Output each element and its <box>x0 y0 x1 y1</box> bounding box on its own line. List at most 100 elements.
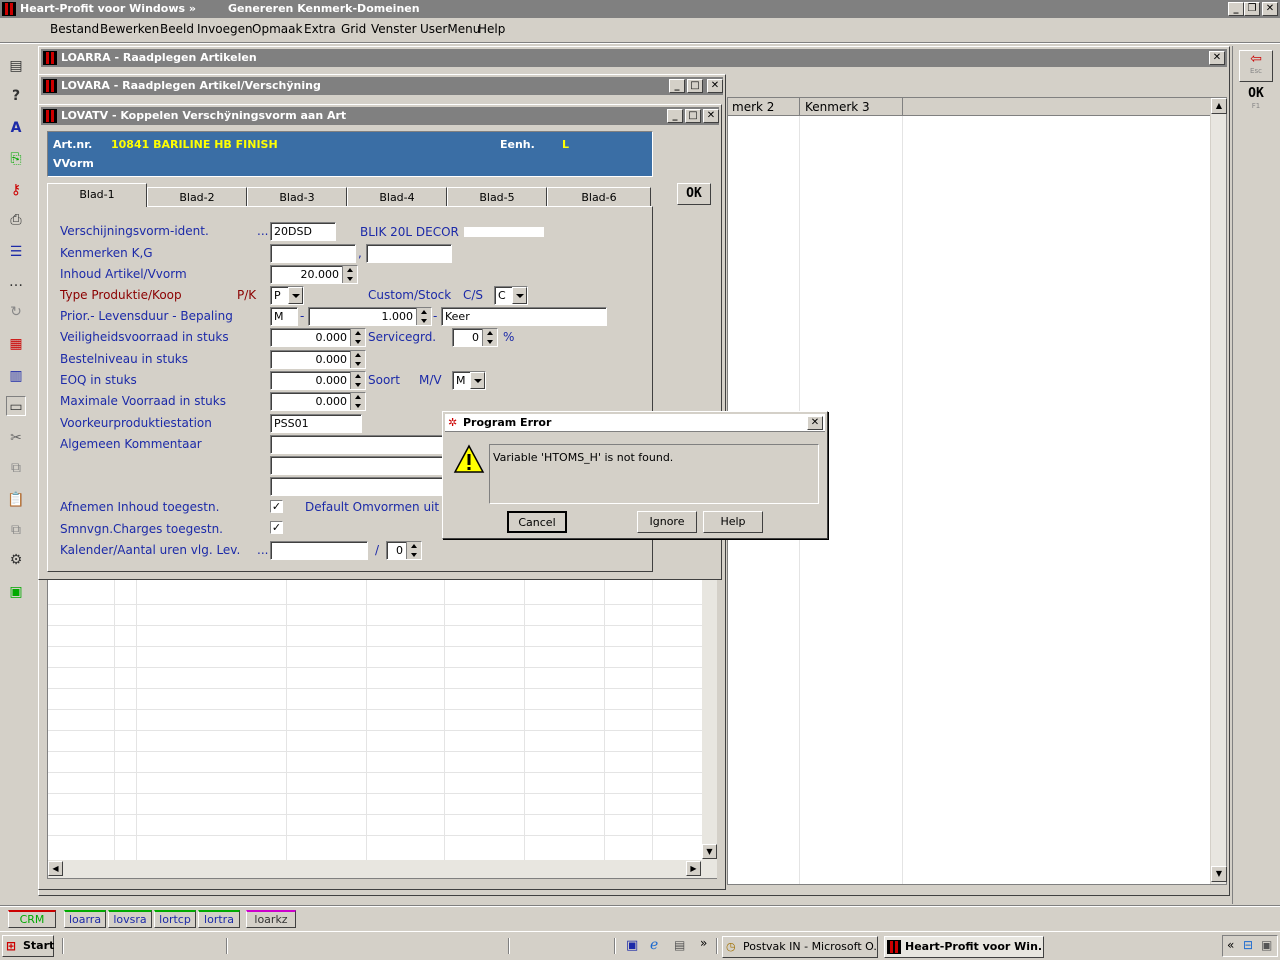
kommentaar-line1[interactable] <box>270 435 446 454</box>
settings-icon[interactable]: ⚙ <box>6 550 26 570</box>
lovara-minimize-icon[interactable]: _ <box>669 79 685 93</box>
loarra-close-icon[interactable]: ✕ <box>1209 51 1225 65</box>
kenmerk-k-input[interactable] <box>270 244 356 263</box>
cs-dropdown-icon[interactable] <box>512 287 527 304</box>
lovatv-close-icon[interactable]: ✕ <box>703 109 719 123</box>
levensduur-input[interactable]: 1.000 <box>308 307 432 326</box>
dialog-close-icon[interactable]: ✕ <box>807 416 823 430</box>
lookup-ellipsis[interactable]: ... <box>257 224 268 238</box>
eoq-input[interactable]: 0.000 <box>270 371 366 390</box>
tab-loarkz[interactable]: loarkz <box>246 910 296 928</box>
bestel-input[interactable]: 0.000 <box>270 350 366 369</box>
close-icon[interactable]: ✕ <box>1262 2 1278 16</box>
tab-blad3[interactable]: Blad-3 <box>247 187 347 207</box>
menu-help[interactable]: Help <box>472 19 511 39</box>
minimize-icon[interactable]: _ <box>1228 2 1244 16</box>
loarra-vscrollbar[interactable]: ▲ ▼ <box>1210 98 1227 884</box>
document-icon[interactable]: ▦ <box>6 334 26 354</box>
kommentaar-line2[interactable] <box>270 456 446 475</box>
help-question-icon[interactable]: ? <box>6 86 26 106</box>
chart-icon[interactable]: ▥ <box>6 366 26 386</box>
image-icon[interactable]: ▣ <box>6 582 26 602</box>
pk-select[interactable]: P <box>270 286 304 305</box>
import-icon[interactable]: ⎘ <box>6 149 26 169</box>
tray-app-icon[interactable]: ▣ <box>1261 938 1272 952</box>
dots-icon[interactable]: … <box>6 272 26 292</box>
col-kenmerk3[interactable]: Kenmerk 3 <box>805 98 870 116</box>
cs-select[interactable]: C <box>494 286 528 305</box>
lovatv-maximize-icon[interactable]: □ <box>685 109 701 123</box>
quicklaunch-chevron[interactable]: » <box>700 936 707 950</box>
scissors-icon[interactable]: ✂ <box>6 428 26 448</box>
desktop-icon[interactable]: ▣ <box>626 938 638 953</box>
inhoud-input[interactable]: 20.000 <box>270 265 358 284</box>
scroll-down-icon[interactable]: ▼ <box>1211 866 1227 882</box>
veiligheid-input[interactable]: 0.000 <box>270 328 366 347</box>
scroll-right-icon[interactable]: ▶ <box>686 861 701 876</box>
mv-select[interactable]: M <box>452 371 486 390</box>
ie-icon[interactable]: ℯ <box>650 937 658 953</box>
tab-blad4[interactable]: Blad-4 <box>347 187 447 207</box>
form-icon[interactable]: ▤ <box>6 56 26 76</box>
tab-loarra[interactable]: loarra <box>64 910 106 928</box>
font-icon[interactable]: A <box>6 118 26 138</box>
kalender-spinner-icon[interactable] <box>406 542 421 559</box>
start-button[interactable]: ⊞ Start <box>2 935 54 957</box>
paste-special-icon[interactable]: ⧉ <box>6 520 26 540</box>
list-icon[interactable]: ☰ <box>6 242 26 262</box>
smnvgn-checkbox[interactable]: ✓ <box>270 521 283 534</box>
cancel-button[interactable]: Cancel <box>507 511 567 533</box>
servicegrd-input[interactable]: 0 <box>452 328 498 347</box>
servicegrd-spinner-icon[interactable] <box>482 329 497 346</box>
max-spinner-icon[interactable] <box>350 393 365 410</box>
tray-chevron[interactable]: « <box>1227 938 1234 952</box>
ok-button[interactable]: OK <box>677 183 711 205</box>
tab-blad1[interactable]: Blad-1 <box>47 183 147 207</box>
tab-crm[interactable]: CRM <box>8 910 56 928</box>
max-input[interactable]: 0.000 <box>270 392 366 411</box>
kalender-ellipsis[interactable]: ... <box>257 543 268 557</box>
scroll-left-icon[interactable]: ◀ <box>48 861 63 876</box>
restore-icon[interactable]: ❐ <box>1244 2 1260 16</box>
quicklaunch-icon[interactable]: ▤ <box>674 938 685 952</box>
pk-dropdown-icon[interactable] <box>288 287 303 304</box>
lovara-scroll-down-icon[interactable]: ▼ <box>702 844 717 859</box>
refresh-icon[interactable]: ↻ <box>6 302 26 322</box>
ok-f1-button[interactable]: OK F1 <box>1239 86 1273 118</box>
tab-lortcp[interactable]: lortcp <box>154 910 196 928</box>
network-icon[interactable]: ⊟ <box>1243 938 1253 952</box>
eoq-spinner-icon[interactable] <box>350 372 365 389</box>
levensduur-spinner-icon[interactable] <box>416 308 431 325</box>
col-kenmerk2[interactable]: merk 2 <box>732 98 774 116</box>
lovara-close-icon[interactable]: ✕ <box>707 79 723 93</box>
key-icon[interactable]: ⚷ <box>6 180 26 200</box>
lovatv-minimize-icon[interactable]: _ <box>667 109 683 123</box>
lovara-grid[interactable]: ▼ ◀ ▶ <box>47 575 717 879</box>
help-button[interactable]: Help <box>703 511 763 533</box>
kalender-input[interactable] <box>270 541 368 560</box>
tab-blad2[interactable]: Blad-2 <box>147 187 247 207</box>
bepaling-input[interactable]: Keer <box>441 307 607 326</box>
task-heart-profit[interactable]: Heart-Profit voor Win... <box>884 936 1044 958</box>
bestel-spinner-icon[interactable] <box>350 351 365 368</box>
lovara-hscrollbar[interactable]: ◀ ▶ <box>48 860 717 878</box>
window-icon[interactable]: ▭ <box>6 396 26 416</box>
tab-blad6[interactable]: Blad-6 <box>547 187 651 207</box>
voorkeur-input[interactable]: PSS01 <box>270 414 362 433</box>
scroll-up-icon[interactable]: ▲ <box>1211 98 1227 114</box>
tab-blad5[interactable]: Blad-5 <box>447 187 547 207</box>
lovara-vscrollbar[interactable]: ▼ <box>702 576 717 860</box>
kommentaar-line3[interactable] <box>270 477 446 496</box>
mv-dropdown-icon[interactable] <box>470 372 485 389</box>
veiligheid-spinner-icon[interactable] <box>350 329 365 346</box>
kenmerk-g-input[interactable] <box>366 244 452 263</box>
task-outlook[interactable]: ◷ Postvak IN - Microsoft O... <box>722 936 878 958</box>
prior-input[interactable]: M <box>270 307 298 326</box>
afnemen-checkbox[interactable]: ✓ <box>270 500 283 513</box>
lovara-maximize-icon[interactable]: □ <box>687 79 703 93</box>
inhoud-spinner-icon[interactable] <box>342 266 357 283</box>
paste-icon[interactable]: 📋 <box>6 490 26 510</box>
verschijning-input[interactable]: 20DSD <box>270 222 336 241</box>
tab-lovsra[interactable]: lovsra <box>108 910 152 928</box>
kalender-uren-input[interactable]: 0 <box>386 541 422 560</box>
